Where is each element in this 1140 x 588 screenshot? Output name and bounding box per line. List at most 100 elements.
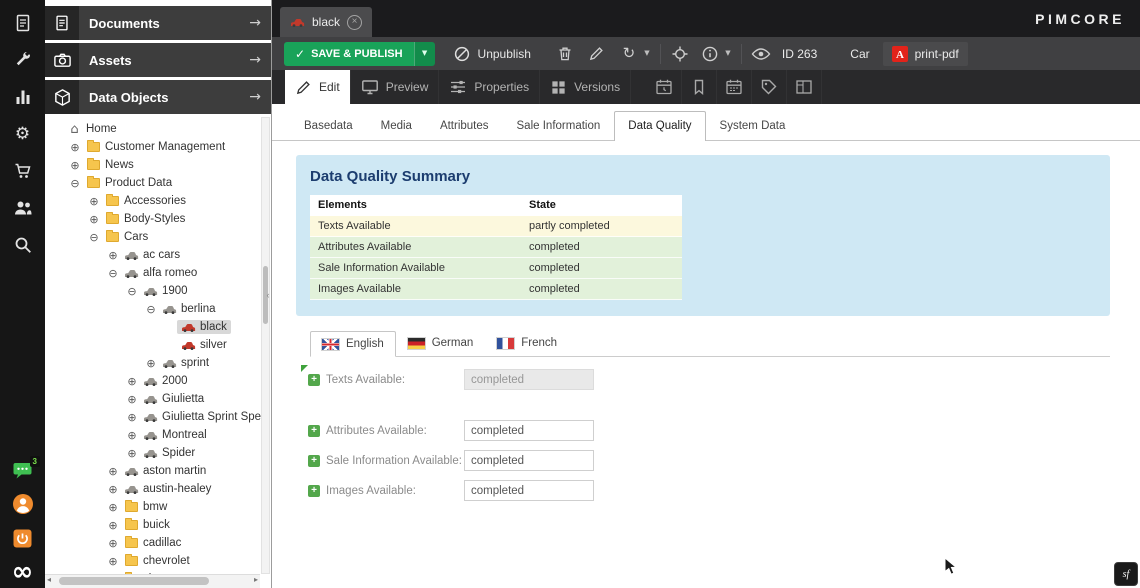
tree-item-cadillac[interactable]: ⊕cadillac	[45, 534, 261, 552]
expand-icon[interactable]: ⊕	[144, 357, 158, 370]
save-options-dropdown-icon[interactable]: ▼	[414, 42, 435, 66]
editbar-tab-properties[interactable]: Properties	[439, 70, 540, 104]
tab-sale-information[interactable]: Sale Information	[503, 111, 615, 140]
expand-icon[interactable]: ⊕	[106, 249, 120, 262]
tree-item-austin-healey[interactable]: ⊕austin-healey	[45, 480, 261, 498]
language-tab-english[interactable]: English	[310, 331, 396, 357]
tree-item-giulietta[interactable]: ⊕Giulietta	[45, 390, 261, 408]
editbar-tab-edit[interactable]: Edit	[285, 70, 351, 104]
tree-horizontal-scrollbar[interactable]: ◂ ▸	[45, 574, 260, 588]
tree-item-bmw[interactable]: ⊕bmw	[45, 498, 261, 516]
input-attributes-available[interactable]	[464, 420, 594, 441]
expand-icon[interactable]: ⊕	[106, 555, 120, 568]
logout-icon[interactable]	[12, 528, 33, 549]
editbar-tab-preview[interactable]: Preview	[351, 70, 440, 104]
expand-icon[interactable]: ⊕	[125, 393, 139, 406]
tree-item-news[interactable]: ⊕News	[45, 156, 261, 174]
customers-icon[interactable]	[12, 197, 34, 219]
editbar-tab-versions[interactable]: Versions	[540, 70, 631, 104]
schedule-icon[interactable]	[647, 70, 682, 104]
scrollbar-thumb[interactable]	[59, 577, 209, 585]
expand-icon[interactable]: ⊕	[125, 375, 139, 388]
print-pdf-button[interactable]: A print-pdf	[883, 42, 968, 66]
close-icon[interactable]: ×	[347, 15, 362, 30]
reload-dropdown-icon[interactable]: ▼	[641, 50, 653, 57]
tree-item-chevrolet[interactable]: ⊕chevrolet	[45, 552, 261, 570]
ecommerce-icon[interactable]	[12, 160, 34, 182]
tree-item-ac-cars[interactable]: ⊕ac cars	[45, 246, 261, 264]
tree-item-buick[interactable]: ⊕buick	[45, 516, 261, 534]
save-publish-button[interactable]: ✓ SAVE & PUBLISH	[284, 42, 414, 66]
tools-icon[interactable]	[12, 49, 34, 71]
tab-system-data[interactable]: System Data	[706, 111, 800, 140]
tree-item-1900[interactable]: ⊖1900	[45, 282, 261, 300]
tree-item-accessories[interactable]: ⊕Accessories	[45, 192, 261, 210]
tree-item-silver[interactable]: silver	[45, 336, 261, 354]
scroll-left-icon[interactable]: ◂	[47, 576, 51, 584]
tree-item-aston-martin[interactable]: ⊕aston martin	[45, 462, 261, 480]
preview-eye-icon[interactable]	[749, 42, 773, 66]
notifications-icon[interactable]: 3	[12, 460, 33, 480]
calendar-icon[interactable]	[717, 70, 752, 104]
symfony-toolbar-badge[interactable]: sf	[1114, 562, 1138, 586]
tab-data-quality[interactable]: Data Quality	[614, 111, 705, 141]
expand-icon[interactable]: ⊕	[87, 213, 101, 226]
language-tab-german[interactable]: German	[396, 330, 486, 356]
input-images-available[interactable]	[464, 480, 594, 501]
reports-icon[interactable]	[12, 86, 34, 108]
settings-icon[interactable]: ⚙	[12, 123, 34, 145]
tree-item-alfa-romeo[interactable]: ⊖alfa romeo	[45, 264, 261, 282]
tree-item-home[interactable]: ⌂Home	[45, 120, 261, 138]
reload-icon[interactable]: ↻	[617, 42, 641, 66]
locate-in-tree-icon[interactable]	[668, 42, 692, 66]
sidebar-collapse-handle[interactable]: ‹	[264, 280, 272, 310]
tree-item-black[interactable]: black	[45, 318, 261, 336]
expand-icon[interactable]: ⊕	[106, 519, 120, 532]
tree-item-body-styles[interactable]: ⊕Body-Styles	[45, 210, 261, 228]
tab-attributes[interactable]: Attributes	[426, 111, 503, 140]
document-tab-black[interactable]: black ×	[280, 7, 372, 37]
bookmark-icon[interactable]	[682, 70, 717, 104]
rename-icon[interactable]	[585, 42, 609, 66]
layout-icon[interactable]	[787, 70, 822, 104]
expand-icon[interactable]: ⊕	[125, 411, 139, 424]
expand-icon[interactable]: ⊕	[125, 447, 139, 460]
expand-icon[interactable]: ⊕	[68, 159, 82, 172]
scroll-right-icon[interactable]: ▸	[254, 576, 258, 584]
language-tab-french[interactable]: French	[485, 330, 569, 356]
tree-item-cars[interactable]: ⊖Cars	[45, 228, 261, 246]
expand-icon[interactable]: ⊕	[106, 501, 120, 514]
panel-data-objects[interactable]: Data Objects →	[45, 80, 271, 114]
expand-icon[interactable]: ⊕	[125, 429, 139, 442]
tree-item-sprint[interactable]: ⊕sprint	[45, 354, 261, 372]
collapse-icon[interactable]: ⊖	[68, 177, 82, 190]
collapse-icon[interactable]: ⊖	[144, 303, 158, 316]
expand-icon[interactable]: ⊕	[68, 141, 82, 154]
tag-icon[interactable]	[752, 70, 787, 104]
info-icon[interactable]	[698, 42, 722, 66]
tree-item-berlina[interactable]: ⊖berlina	[45, 300, 261, 318]
panel-assets[interactable]: Assets →	[45, 43, 271, 77]
tree-item-customer-management[interactable]: ⊕Customer Management	[45, 138, 261, 156]
tab-media[interactable]: Media	[367, 111, 426, 140]
tree-item-giulietta-sprint-specia[interactable]: ⊕Giulietta Sprint Specia…	[45, 408, 261, 426]
expand-icon[interactable]: ⊕	[106, 537, 120, 550]
collapse-icon[interactable]: ⊖	[125, 285, 139, 298]
tree-vertical-scrollbar[interactable]	[261, 117, 270, 574]
info-dropdown-icon[interactable]: ▼	[722, 50, 734, 57]
panel-documents[interactable]: Documents →	[45, 6, 271, 40]
input-sale-information-available[interactable]	[464, 450, 594, 471]
tree-item-product-data[interactable]: ⊖Product Data	[45, 174, 261, 192]
expand-icon[interactable]: ⊕	[87, 195, 101, 208]
tab-basedata[interactable]: Basedata	[290, 111, 367, 140]
expand-icon[interactable]: ⊕	[106, 465, 120, 478]
tree-item-2000[interactable]: ⊕2000	[45, 372, 261, 390]
delete-icon[interactable]	[553, 42, 577, 66]
collapse-icon[interactable]: ⊖	[87, 231, 101, 244]
file-icon[interactable]	[12, 12, 34, 34]
collapse-icon[interactable]: ⊖	[106, 267, 120, 280]
search-icon[interactable]	[12, 234, 34, 256]
expand-icon[interactable]: ⊕	[106, 483, 120, 496]
tree-item-montreal[interactable]: ⊕Montreal	[45, 426, 261, 444]
unpublish-button[interactable]: Unpublish	[445, 45, 539, 63]
